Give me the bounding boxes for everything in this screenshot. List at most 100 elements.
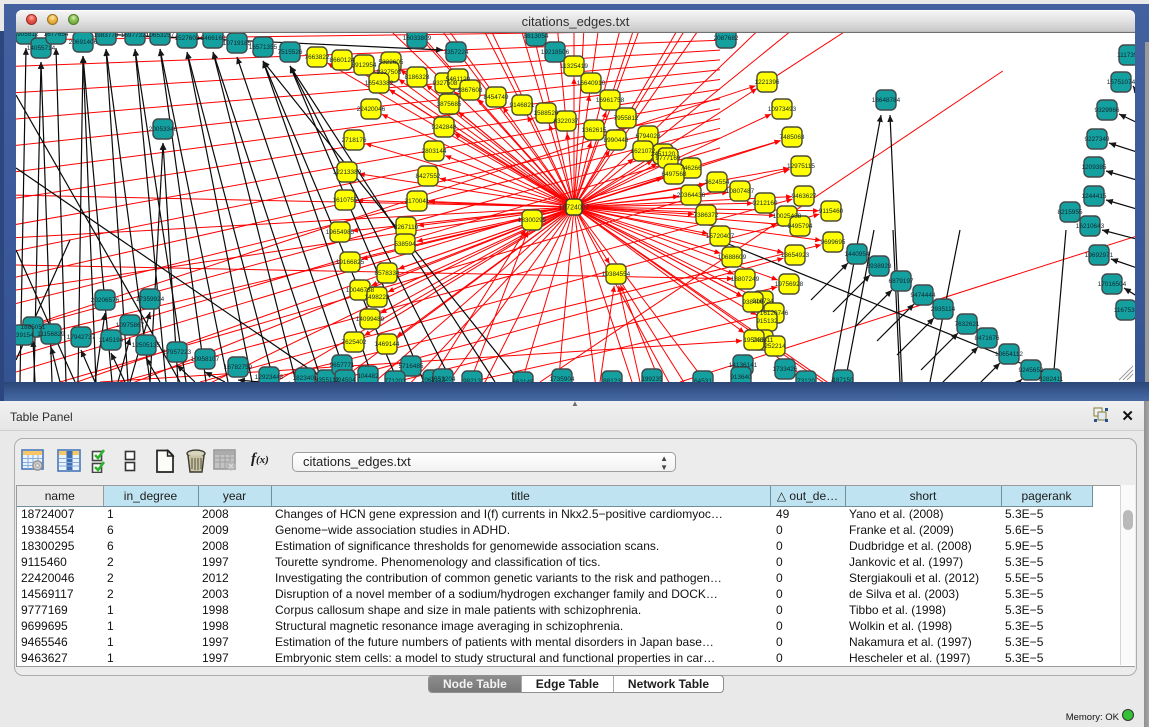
svg-text:1823401: 1823401 [293,375,318,382]
svg-text:19218506: 19218506 [541,49,570,56]
svg-text:18724007: 18724007 [558,205,589,212]
svg-text:9242848: 9242848 [432,124,457,131]
svg-text:20691406: 20691406 [69,39,98,46]
svg-text:1209385: 1209385 [1082,164,1107,171]
svg-text:8322037: 8322037 [554,118,579,125]
svg-text:1145194: 1145194 [99,337,124,344]
svg-text:1553204: 1553204 [431,376,456,382]
svg-text:1469144: 1469144 [375,341,400,348]
svg-text:19166825: 19166825 [336,259,365,266]
svg-text:16782759: 16782759 [224,364,253,371]
svg-text:16648784: 16648784 [872,97,901,104]
svg-text:16120746: 16120746 [760,310,789,317]
svg-text:8215955: 8215955 [1058,209,1083,216]
svg-text:10719185: 10719185 [223,40,252,47]
svg-text:10973493: 10973493 [768,106,797,113]
svg-text:8813054: 8813054 [524,33,549,40]
svg-text:19384554: 19384554 [602,271,631,278]
svg-text:913640: 913640 [730,374,752,381]
svg-text:7386372: 7386372 [694,212,719,219]
svg-text:5322605: 5322605 [379,59,404,66]
svg-text:771203: 771203 [384,378,406,382]
svg-text:8578334: 8578334 [375,270,400,277]
svg-text:12505135: 12505135 [132,342,161,349]
svg-text:22420046: 22420046 [357,106,386,113]
svg-text:9463627: 9463627 [792,193,817,200]
svg-text:1167534: 1167534 [1114,307,1135,314]
svg-text:8454749: 8454749 [484,94,509,101]
svg-text:8990448: 8990448 [604,137,629,144]
svg-text:2935114: 2935114 [931,306,956,313]
svg-text:73120: 73120 [797,378,815,382]
svg-text:1983778: 1983778 [94,33,119,39]
svg-text:9777169: 9777169 [656,155,681,162]
svg-text:7485063: 7485063 [780,134,805,141]
svg-text:15720407: 15720407 [706,233,735,240]
svg-text:3624554: 3624554 [705,179,730,186]
svg-text:16033809: 16033809 [403,35,432,42]
svg-text:6879197: 6879197 [889,278,914,285]
svg-text:20053346: 20053346 [149,126,178,133]
svg-text:16543382: 16543382 [365,80,394,87]
svg-text:13654923: 13654923 [781,252,810,259]
svg-text:14099489: 14099489 [356,316,385,323]
svg-text:8427552: 8427552 [416,173,441,180]
svg-text:7515526: 7515526 [278,49,303,56]
svg-text:14055714: 14055714 [27,45,56,52]
svg-text:8471676: 8471676 [975,335,1000,342]
svg-text:1362615: 1362615 [582,127,607,134]
svg-text:18807249: 18807249 [731,276,760,283]
svg-text:1440954: 1440954 [845,251,870,258]
svg-text:14136141: 14136141 [729,362,758,369]
svg-text:1733426: 1733426 [773,366,798,373]
svg-text:1588520: 1588520 [534,110,559,117]
svg-text:64531: 64531 [694,378,712,382]
svg-text:9329966: 9329966 [1095,107,1120,114]
svg-text:938406: 938406 [742,299,764,306]
svg-text:17016504: 17016504 [1098,281,1127,288]
svg-text:6497568: 6497568 [662,171,687,178]
svg-text:538594: 538594 [394,241,416,248]
svg-text:9146821: 9146821 [510,102,535,109]
svg-text:7632621: 7632621 [955,321,980,328]
svg-text:3170041: 3170041 [405,198,430,205]
svg-text:1677654: 1677654 [44,33,69,38]
svg-text:7357224: 7357224 [444,49,469,56]
svg-text:16571355: 16571355 [249,44,278,51]
svg-text:9245652: 9245652 [1019,367,1044,374]
svg-text:9115460: 9115460 [819,208,844,215]
svg-text:12923448: 12923448 [255,374,284,381]
svg-text:1905512: 1905512 [16,33,39,38]
svg-text:9474444: 9474444 [911,292,936,299]
svg-text:6794028: 6794028 [636,133,661,140]
svg-text:16640910: 16640910 [577,80,606,87]
svg-text:10046738: 10046738 [346,287,375,294]
svg-text:19654985: 19654985 [326,229,355,236]
svg-text:17957223: 17957223 [163,349,192,356]
svg-text:1735904: 1735904 [550,376,575,382]
svg-text:8912954: 8912954 [352,62,377,69]
svg-text:9699695: 9699695 [821,239,846,246]
svg-text:9212160: 9212160 [753,200,778,207]
svg-text:662145: 662145 [512,379,534,382]
svg-text:939154: 939154 [16,332,34,339]
svg-text:1498222: 1498222 [365,294,390,301]
svg-text:7663822: 7663822 [305,54,330,61]
svg-text:9227349: 9227349 [1085,136,1110,143]
svg-text:10958107: 10958107 [191,356,220,363]
svg-text:9282411: 9282411 [1039,376,1064,382]
svg-text:199235: 199235 [641,376,663,382]
svg-text:16961758: 16961758 [596,97,625,104]
svg-text:88123: 88123 [603,378,621,382]
svg-text:195233: 195233 [743,337,765,344]
svg-text:5716485: 5716485 [399,363,424,370]
svg-text:9495794: 9495794 [788,223,813,230]
svg-text:8186328: 8186328 [405,74,430,81]
svg-text:5461120: 5461120 [446,76,471,83]
svg-text:1885051: 1885051 [21,324,46,331]
svg-text:20206576: 20206576 [91,297,120,304]
svg-text:10688609: 10688609 [718,254,747,261]
svg-text:98213: 98213 [463,378,481,382]
svg-text:2087682: 2087682 [714,35,739,42]
svg-text:20364436: 20364436 [677,192,706,199]
